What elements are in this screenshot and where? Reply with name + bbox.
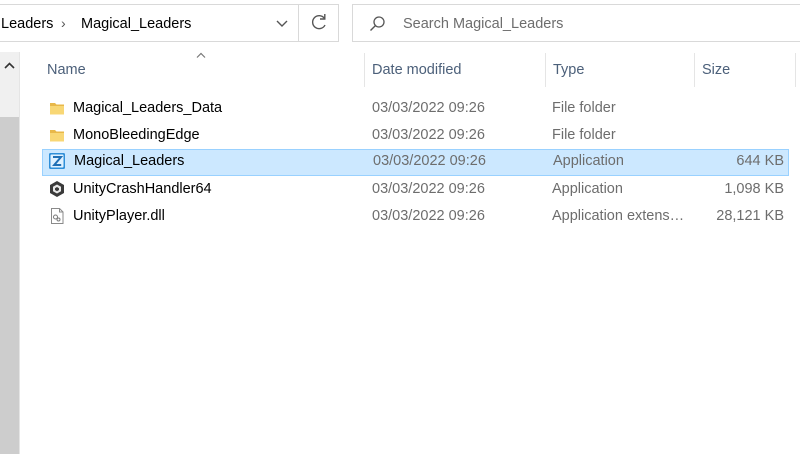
navigation-pane-scrollbar[interactable] bbox=[0, 52, 19, 454]
file-name: Magical_Leaders_Data bbox=[73, 100, 223, 116]
scrollbar-thumb[interactable] bbox=[0, 117, 19, 454]
file-row[interactable]: UnityPlayer.dll 03/03/2022 09:26 Applica… bbox=[42, 204, 789, 229]
column-header-type[interactable]: Type bbox=[546, 53, 694, 87]
file-name: Magical_Leaders bbox=[74, 153, 185, 169]
app-z-icon bbox=[49, 153, 65, 169]
chevron-down-icon bbox=[276, 20, 288, 27]
pane-divider bbox=[19, 52, 20, 454]
unity-icon bbox=[50, 181, 64, 197]
refresh-icon bbox=[311, 14, 326, 30]
search-input[interactable]: Search Magical_Leaders bbox=[403, 16, 563, 32]
file-date-modified: 03/03/2022 09:26 bbox=[372, 181, 485, 197]
column-header-size[interactable]: Size bbox=[695, 53, 795, 87]
file-row[interactable]: Magical_Leaders_Data 03/03/2022 09:26 Fi… bbox=[42, 96, 789, 121]
column-header-name[interactable]: Name bbox=[40, 53, 364, 87]
column-divider[interactable] bbox=[795, 53, 796, 87]
refresh-button[interactable] bbox=[299, 4, 339, 42]
file-date-modified: 03/03/2022 09:26 bbox=[372, 100, 485, 116]
scroll-up-button[interactable] bbox=[0, 52, 19, 80]
file-date-modified: 03/03/2022 09:26 bbox=[372, 127, 485, 143]
file-size: 644 KB bbox=[736, 153, 784, 169]
file-name: MonoBleedingEdge bbox=[73, 127, 200, 143]
file-type: File folder bbox=[552, 100, 616, 116]
folder-icon bbox=[50, 103, 64, 115]
file-row[interactable]: MonoBleedingEdge 03/03/2022 09:26 File f… bbox=[42, 123, 789, 148]
file-row-selected[interactable]: Magical_Leaders 03/03/2022 09:26 Applica… bbox=[42, 149, 789, 176]
address-bar[interactable]: Leaders › Magical_Leaders bbox=[0, 4, 299, 42]
breadcrumb-item-magical-leaders[interactable]: Magical_Leaders bbox=[81, 16, 191, 32]
file-type: Application bbox=[553, 153, 624, 169]
breadcrumb-item-leaders[interactable]: Leaders bbox=[1, 16, 53, 32]
file-name: UnityPlayer.dll bbox=[73, 208, 165, 224]
dll-file-icon bbox=[51, 208, 64, 224]
column-header-date-modified[interactable]: Date modified bbox=[365, 53, 545, 87]
file-explorer-window: Leaders › Magical_Leaders Search Magical… bbox=[0, 0, 800, 454]
file-size: 1,098 KB bbox=[724, 181, 784, 197]
file-type: File folder bbox=[552, 127, 616, 143]
file-date-modified: 03/03/2022 09:26 bbox=[373, 153, 486, 169]
folder-icon bbox=[50, 130, 64, 142]
file-row[interactable]: UnityCrashHandler64 03/03/2022 09:26 App… bbox=[42, 177, 789, 202]
file-size: 28,121 KB bbox=[716, 208, 784, 224]
search-box[interactable]: Search Magical_Leaders bbox=[352, 4, 800, 42]
file-type: Application bbox=[552, 181, 623, 197]
file-name: UnityCrashHandler64 bbox=[73, 181, 212, 197]
chevron-up-icon bbox=[4, 62, 15, 69]
file-date-modified: 03/03/2022 09:26 bbox=[372, 208, 485, 224]
breadcrumb-separator[interactable]: › bbox=[61, 15, 66, 31]
file-type: Application extens… bbox=[552, 208, 685, 224]
address-history-dropdown[interactable] bbox=[267, 9, 297, 39]
search-icon bbox=[370, 16, 385, 31]
